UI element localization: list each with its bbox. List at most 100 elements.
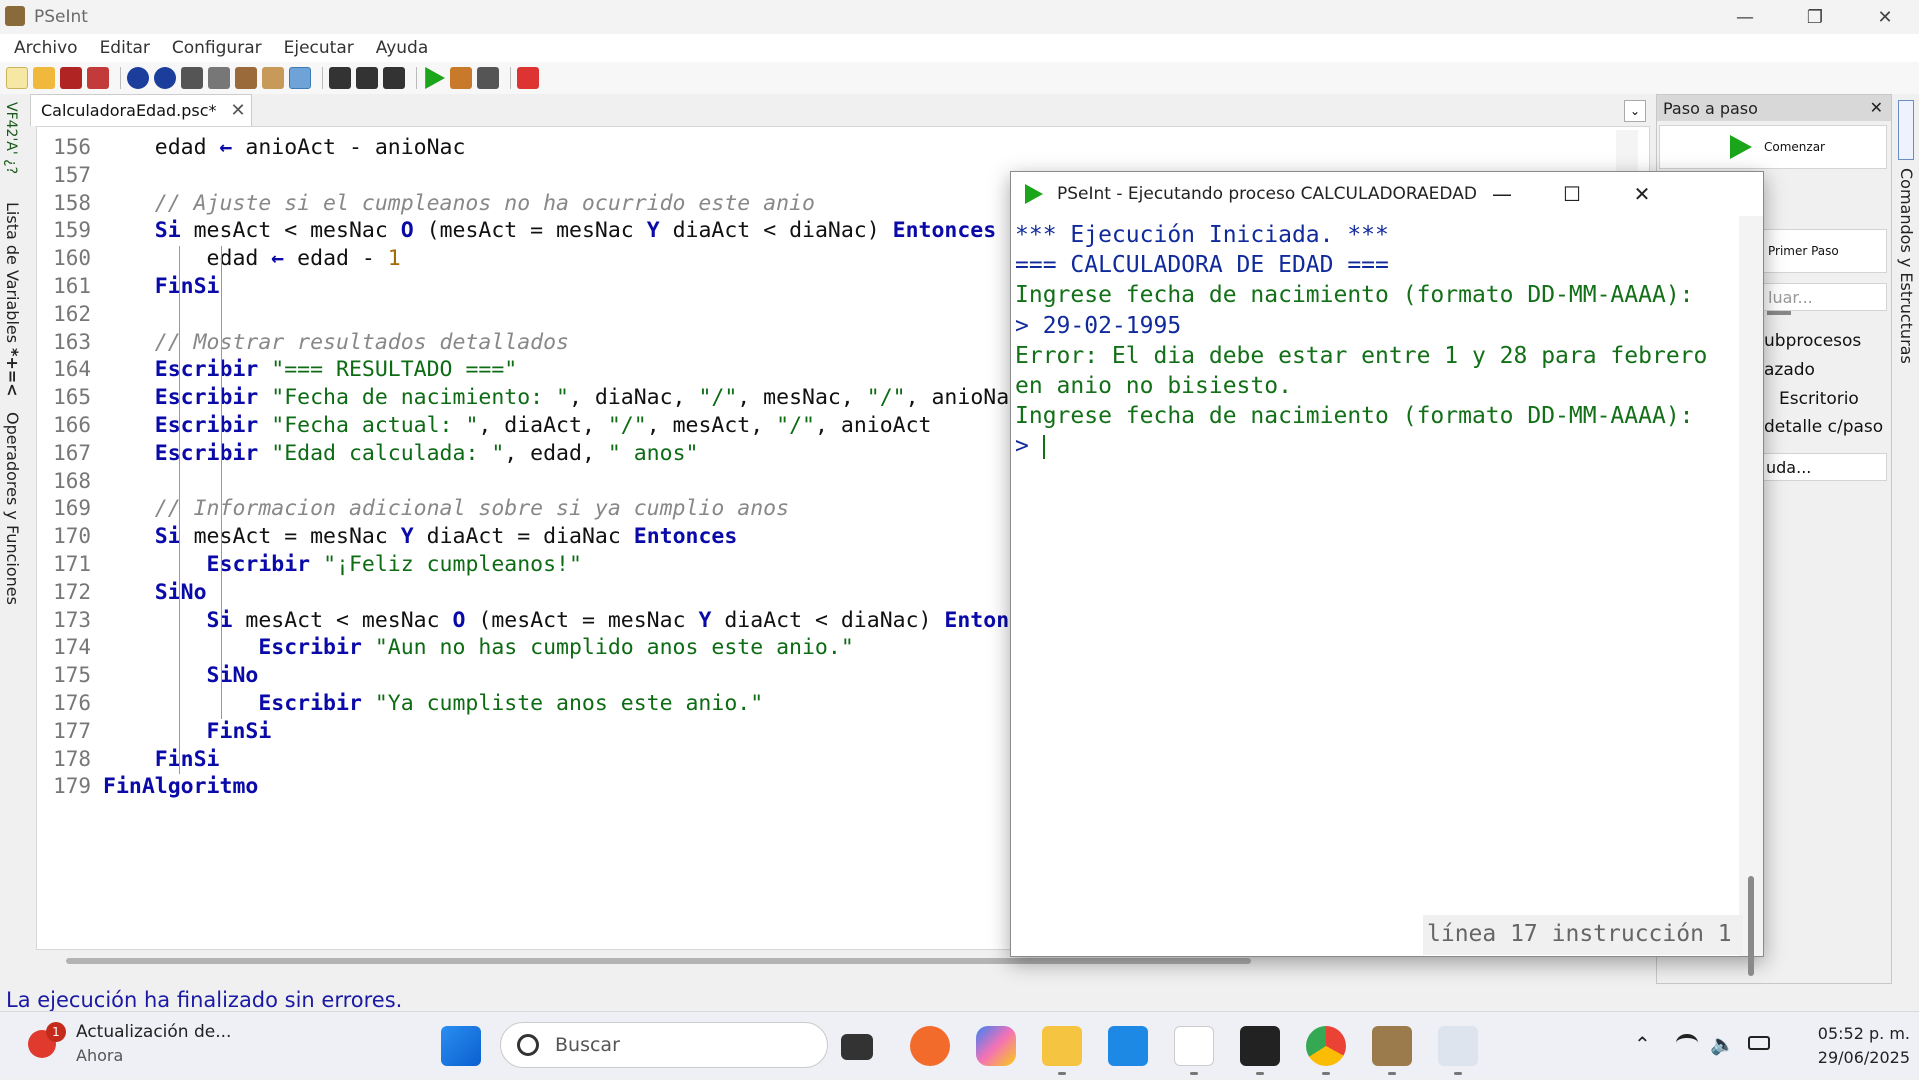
search-next-icon[interactable] — [356, 67, 378, 89]
pseint-run-taskbar-icon[interactable] — [1438, 1026, 1478, 1066]
vscode-icon[interactable] — [1108, 1026, 1148, 1066]
close-tab-icon[interactable]: ✕ — [231, 100, 246, 121]
console-scrollbar[interactable] — [1739, 216, 1763, 976]
variables-list-tab[interactable]: Lista de Variables — [3, 202, 22, 343]
search-box[interactable]: Buscar — [500, 1022, 828, 1068]
chevron-up-icon[interactable]: ⌃ — [1634, 1032, 1651, 1056]
indent-icon[interactable] — [289, 67, 311, 89]
code-line: // Informacion adicional sobre si ya cum… — [103, 496, 790, 522]
menu-ejecutar[interactable]: Ejecutar — [273, 38, 365, 58]
undo-icon[interactable] — [127, 67, 149, 89]
flowchart-icon[interactable] — [477, 67, 499, 89]
code-line: FinSi — [103, 746, 220, 772]
line-number: 170 — [53, 524, 91, 549]
clock-date: 29/06/2025 — [1817, 1048, 1910, 1067]
option-detalle[interactable]: detalle c/paso — [1764, 417, 1883, 437]
code-line: SiNo — [103, 579, 207, 605]
code-line: edad ← anioAct - anioNac — [103, 135, 466, 160]
running-indicator — [1454, 1072, 1462, 1075]
notification-subtitle: Ahora — [76, 1046, 124, 1065]
structures-icon[interactable] — [1898, 100, 1914, 160]
status-bar: La ejecución ha finalizado sin errores. — [0, 985, 1650, 1012]
console-output[interactable]: *** Ejecución Iniciada. *** === CALCULADO… — [1013, 216, 1739, 956]
battery-icon[interactable] — [1748, 1036, 1770, 1050]
start-button[interactable]: Comenzar — [1659, 125, 1887, 169]
console-line: > 29-02-1995 — [1015, 312, 1182, 339]
open-folder-icon[interactable] — [33, 67, 55, 89]
notification-widget[interactable]: 1 Actualización de... Ahora — [0, 1012, 260, 1080]
line-number: 178 — [53, 746, 91, 771]
operators-tab[interactable]: Operadores y Funciones — [3, 412, 22, 605]
close-panel-icon[interactable]: ✕ — [1870, 98, 1883, 117]
line-number: 171 — [53, 552, 91, 576]
tab-calculadora[interactable]: CalculadoraEdad.psc* ✕ — [30, 94, 252, 126]
maximize-button[interactable]: ❐ — [1780, 0, 1850, 34]
pseint-taskbar-icon[interactable] — [1372, 1026, 1412, 1066]
title-bar: PSeInt — ❐ ✕ — [0, 0, 1919, 34]
run-icon[interactable] — [425, 67, 445, 89]
speed-slider[interactable] — [1767, 311, 1791, 315]
redo-icon[interactable] — [154, 67, 176, 89]
commands-tab[interactable]: Comandos y Estructuras — [1897, 168, 1916, 364]
cut-icon[interactable] — [181, 67, 203, 89]
option-pausado[interactable]: azado — [1764, 360, 1815, 380]
file-explorer-icon[interactable] — [1042, 1026, 1082, 1066]
wattpad-icon[interactable] — [1174, 1026, 1214, 1066]
search-icon[interactable] — [329, 67, 351, 89]
dialog-minimize-button[interactable]: — — [1467, 172, 1537, 216]
indent-guide — [221, 440, 222, 719]
minimize-button[interactable]: — — [1710, 0, 1780, 34]
console-line: *** Ejecución Iniciada. *** — [1015, 222, 1389, 248]
line-number: 177 — [53, 718, 91, 743]
running-indicator — [1058, 1072, 1066, 1075]
operators-icon[interactable]: *+=< — [3, 348, 22, 397]
windows-start-icon[interactable] — [441, 1026, 481, 1066]
help-icon[interactable] — [517, 67, 539, 89]
evaluate-label: luar... — [1768, 287, 1813, 307]
code-line: Escribir "Ya cumpliste anos este anio." — [103, 691, 764, 716]
option-subprocesos[interactable]: ubprocesos — [1764, 331, 1861, 351]
copy-icon[interactable] — [208, 67, 230, 89]
code-line: // Mostrar resultados detallados — [103, 329, 569, 355]
paste-icon[interactable] — [235, 67, 257, 89]
line-number: 167 — [53, 440, 91, 465]
menu-configurar[interactable]: Configurar — [161, 38, 273, 58]
scroll-thumb[interactable] — [1748, 876, 1754, 976]
dialog-maximize-button[interactable]: ☐ — [1537, 172, 1607, 216]
edit-icon[interactable] — [262, 67, 284, 89]
line-number: 160 — [53, 246, 91, 271]
menu-editar[interactable]: Editar — [89, 38, 161, 58]
line-number: 174 — [53, 635, 91, 660]
line-number: 165 — [53, 385, 91, 410]
task-view-icon[interactable] — [841, 1034, 873, 1060]
scroll-thumb[interactable] — [66, 958, 1251, 964]
running-indicator — [1388, 1072, 1396, 1075]
dialog-close-button[interactable]: ✕ — [1607, 172, 1677, 216]
console-line: === CALCULADORA DE EDAD === — [1015, 252, 1389, 279]
save-icon[interactable] — [60, 67, 82, 89]
volume-icon[interactable]: 🔈 — [1710, 1032, 1735, 1056]
code-line: edad ← edad - 1 — [103, 246, 401, 272]
step-panel-title: Paso a paso — [1663, 99, 1758, 118]
new-file-icon[interactable] — [6, 67, 28, 89]
option-escritorio[interactable]: Escritorio — [1779, 389, 1859, 409]
replace-icon[interactable] — [383, 67, 405, 89]
step-by-step-icon[interactable] — [450, 67, 472, 89]
close-button[interactable]: ✕ — [1850, 0, 1919, 34]
copilot-icon[interactable] — [976, 1026, 1016, 1066]
line-number: 175 — [53, 663, 91, 688]
paint-app-icon[interactable] — [910, 1026, 950, 1066]
chrome-icon[interactable] — [1306, 1026, 1346, 1066]
variables-icon[interactable]: VF42'A' ¿? — [3, 102, 19, 174]
tab-dropdown-icon[interactable]: ⌄ — [1624, 100, 1646, 122]
wifi-icon[interactable] — [1676, 1034, 1698, 1052]
save-as-icon[interactable] — [87, 67, 109, 89]
clock[interactable]: 05:52 p. m. 29/06/2025 — [1790, 1022, 1910, 1070]
menu-ayuda[interactable]: Ayuda — [365, 38, 440, 58]
console-line: > — [1015, 433, 1043, 460]
line-number: 162 — [53, 301, 91, 326]
menu-archivo[interactable]: Archivo — [3, 38, 89, 58]
line-number: 166 — [53, 413, 91, 437]
running-indicator — [1190, 1072, 1198, 1075]
roblox-icon[interactable] — [1240, 1026, 1280, 1066]
